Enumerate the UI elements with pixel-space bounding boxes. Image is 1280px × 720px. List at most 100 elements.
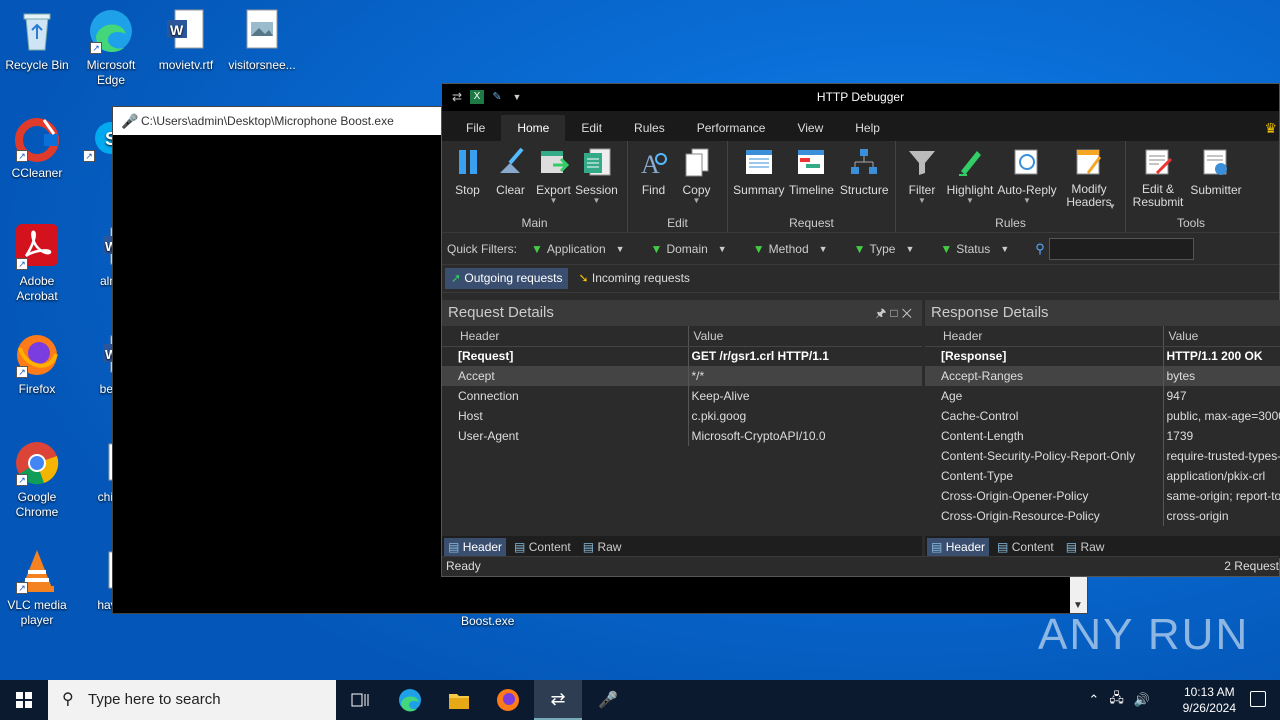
table-row[interactable]: Accept */*: [442, 366, 922, 386]
table-row[interactable]: Content-Security-Policy-Report-Only requi…: [925, 446, 1280, 466]
summary-icon: [744, 147, 774, 177]
task-view-icon[interactable]: [336, 680, 384, 720]
table-row[interactable]: Connection Keep-Alive: [442, 386, 922, 406]
group-label: Rules: [995, 216, 1026, 230]
tab-edit[interactable]: Edit: [565, 115, 618, 141]
notifications-icon[interactable]: [1250, 691, 1266, 707]
chrome-icon: ↗: [14, 440, 60, 486]
window-title: HTTP Debugger: [816, 90, 905, 104]
tab-raw[interactable]: ▤ Raw: [1062, 538, 1109, 556]
ribbon-tabs: File Home Edit Rules Performance View He…: [442, 111, 1279, 141]
tab-help[interactable]: Help: [839, 115, 896, 141]
premium-crown-icon[interactable]: ♛: [1264, 120, 1277, 137]
desktop-icon-vlc[interactable]: ↗ VLC media player: [1, 548, 73, 628]
tab-content[interactable]: ▤ Content: [993, 538, 1058, 556]
filter-domain[interactable]: ▼ Domain ▼: [651, 242, 727, 256]
filter-type[interactable]: ▼ Type ▼: [854, 242, 915, 256]
export-icon: [539, 147, 569, 177]
desktop-icon-ccleaner[interactable]: ↗ CCleaner: [1, 116, 73, 181]
column-header[interactable]: Header: [442, 326, 688, 347]
microphone-boost-taskbar-icon[interactable]: 🎤: [584, 680, 632, 720]
tab-home[interactable]: Home: [501, 115, 566, 141]
search-icon: ⚲: [1035, 240, 1045, 256]
table-row[interactable]: Cross-Origin-Opener-Policy same-origin; r…: [925, 486, 1280, 506]
submitter-icon: [1201, 147, 1231, 177]
desktop-icon-firefox[interactable]: ↗ Firefox: [1, 332, 73, 397]
svg-text:W: W: [170, 22, 184, 38]
desktop-icon-movietv[interactable]: W movietv.rtf: [150, 8, 222, 73]
desktop-icon-recycle-bin[interactable]: Recycle Bin: [1, 8, 73, 73]
vlc-icon: ↗: [14, 548, 60, 594]
request-direction-tabs: ➚ Outgoing requests ➘ Incoming requests: [442, 265, 1279, 293]
file-explorer-icon[interactable]: [435, 680, 483, 720]
tab-file[interactable]: File: [450, 115, 501, 141]
pane-controls[interactable]: 🖈□✕: [875, 300, 916, 326]
tab-raw[interactable]: ▤ Raw: [579, 538, 626, 556]
desktop-icon-label[interactable]: Boost.exe: [461, 614, 514, 628]
word-document-icon: W: [163, 8, 209, 54]
chevron-down-icon[interactable]: ▼: [510, 90, 524, 104]
quick-access-toolbar: ⇄ X ✎ ▼: [450, 90, 524, 104]
desktop-icon-label: Recycle Bin: [5, 58, 69, 72]
table-row[interactable]: Cache-Control public, max-age=3000: [925, 406, 1280, 426]
tab-view[interactable]: View: [781, 115, 839, 141]
table-row[interactable]: Host c.pki.goog: [442, 406, 922, 426]
network-icon[interactable]: 🖧: [1109, 689, 1124, 711]
swap-icon[interactable]: ⇄: [450, 90, 464, 104]
group-main: Stop Clear Export ▼ Session ▼ Main: [442, 141, 628, 232]
tab-header[interactable]: ▤ Header: [444, 538, 507, 556]
desktop-icon-acrobat[interactable]: ↗ Adobe Acrobat: [1, 224, 73, 304]
column-header[interactable]: Value: [1162, 326, 1280, 347]
response-details-pane: Response Details Header Value [Response] H…: [925, 300, 1280, 558]
chevron-up-icon[interactable]: ⌃: [1088, 692, 1099, 708]
request-view-tabs: ▤ Header ▤ Content ▤ Raw: [442, 536, 922, 558]
table-row[interactable]: Content-Length 1739: [925, 426, 1280, 446]
tab-content[interactable]: ▤ Content: [510, 538, 575, 556]
desktop-icon-chrome[interactable]: ↗ Google Chrome: [1, 440, 73, 520]
tab-rules[interactable]: Rules: [618, 115, 681, 141]
filter-status[interactable]: ▼ Status ▼: [940, 242, 1009, 256]
table-row[interactable]: [Request] GET /r/gsr1.crl HTTP/1.1: [442, 346, 922, 366]
clock[interactable]: 10:13 AM 9/26/2024: [1183, 684, 1236, 716]
column-header[interactable]: Header: [925, 326, 1163, 347]
table-icon: ▤: [1065, 540, 1078, 554]
desktop-icon-label: Adobe Acrobat: [16, 274, 58, 303]
taskbar: ⚲ Type here to search ⇄ 🎤 ⌃ 🖧 🔊 10:13 AM…: [0, 680, 1280, 720]
ribbon: Stop Clear Export ▼ Session ▼ Main A Find C…: [442, 141, 1279, 233]
chevron-down-icon[interactable]: ▼: [1073, 600, 1083, 611]
start-button[interactable]: [0, 680, 48, 720]
tab-incoming-requests[interactable]: ➘ Incoming requests: [572, 268, 695, 289]
filter-method[interactable]: ▼ Method ▼: [753, 242, 828, 256]
table-row[interactable]: Content-Type application/pkix-crl: [925, 466, 1280, 486]
dropdown-arrow-icon: ▼: [692, 196, 701, 205]
table-row[interactable]: Accept-Ranges bytes: [925, 366, 1280, 386]
taskbar-search[interactable]: ⚲ Type here to search: [48, 680, 336, 720]
brush-icon[interactable]: ✎: [490, 90, 504, 104]
funnel-icon: [907, 147, 937, 177]
http-debugger-window[interactable]: ⇄ X ✎ ▼ HTTP Debugger File Home Edit Rul…: [441, 83, 1280, 577]
desktop-icon-edge[interactable]: ↗ Microsoft Edge: [75, 8, 147, 88]
firefox-taskbar-icon[interactable]: [484, 680, 532, 720]
column-header[interactable]: Value: [687, 326, 922, 347]
firefox-icon: ↗: [14, 332, 60, 378]
funnel-icon: ▼: [650, 241, 663, 256]
filter-application[interactable]: ▼ Application ▼: [531, 242, 625, 256]
desktop-icon-visitorsnee[interactable]: visitorsnee...: [226, 8, 298, 73]
status-text: Ready: [446, 559, 481, 573]
http-debugger-taskbar-icon[interactable]: ⇄: [534, 680, 582, 720]
auto-reply-icon: [1012, 147, 1042, 177]
edge-taskbar-icon[interactable]: [386, 680, 434, 720]
table-row[interactable]: Age 947: [925, 386, 1280, 406]
tab-header[interactable]: ▤ Header: [927, 538, 990, 556]
table-row[interactable]: [Response] HTTP/1.1 200 OK: [925, 346, 1280, 366]
window-titlebar[interactable]: ⇄ X ✎ ▼ HTTP Debugger: [442, 84, 1279, 111]
table-row[interactable]: Cross-Origin-Resource-Policy cross-origin: [925, 506, 1280, 526]
table-row[interactable]: User-Agent Microsoft-CryptoAPI/10.0: [442, 426, 922, 446]
edge-icon: ↗: [88, 8, 134, 54]
tab-performance[interactable]: Performance: [681, 115, 782, 141]
search-input[interactable]: [1048, 237, 1194, 260]
excel-icon[interactable]: X: [470, 90, 484, 104]
tab-outgoing-requests[interactable]: ➚ Outgoing requests: [445, 268, 569, 289]
speaker-icon[interactable]: 🔊: [1134, 692, 1150, 708]
incoming-arrow-icon: ➘: [578, 271, 589, 285]
